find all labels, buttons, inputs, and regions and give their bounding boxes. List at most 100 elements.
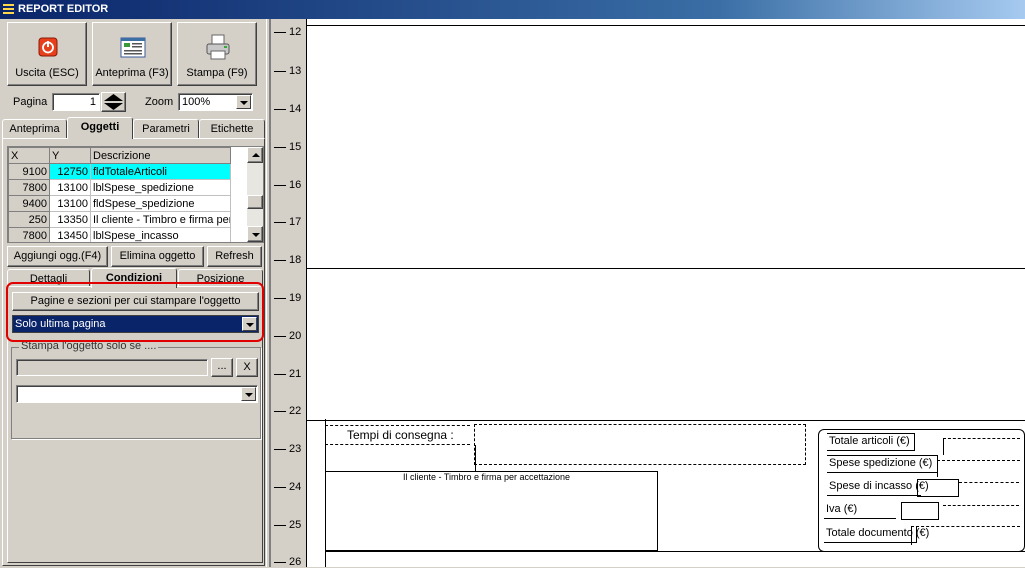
totals-box[interactable]: Totale articoli (€) Spese spedizione (€)… bbox=[818, 429, 1025, 552]
tab-parametri[interactable]: Parametri bbox=[133, 119, 199, 139]
cell-description[interactable]: lblSpese_incasso bbox=[90, 227, 231, 242]
zoom-label: Zoom bbox=[145, 96, 174, 108]
column-header-y[interactable]: Y bbox=[49, 147, 91, 164]
cell-description[interactable]: Il cliente - Timbro e firma per bbox=[90, 211, 231, 228]
table-row[interactable]: 250 13350 Il cliente - Timbro e firma pe… bbox=[8, 211, 231, 228]
printer-icon bbox=[206, 34, 230, 60]
table-row[interactable]: 7800 13450 lblSpese_incasso bbox=[8, 227, 231, 242]
highlight-outline bbox=[6, 282, 264, 342]
grid-scrollbar[interactable] bbox=[247, 147, 263, 242]
ruler-tick: 23 bbox=[274, 443, 301, 455]
totals-articles-label[interactable]: Totale articoli (€) bbox=[827, 433, 915, 451]
chevron-down-icon[interactable] bbox=[241, 387, 256, 401]
chevron-down-icon[interactable] bbox=[236, 95, 251, 109]
cell-y[interactable]: 13450 bbox=[49, 227, 91, 242]
add-object-button[interactable]: Aggiungi ogg.(F4) bbox=[7, 246, 108, 267]
power-icon bbox=[38, 37, 58, 57]
ruler-tick: 20 bbox=[274, 330, 301, 342]
ruler-tick: 13 bbox=[274, 65, 301, 77]
report-canvas[interactable]: Tempi di consegna : Il cliente - Timbro … bbox=[306, 19, 1025, 567]
cell-description[interactable]: fldTotaleArticoli bbox=[90, 163, 231, 180]
tab-anteprima[interactable]: Anteprima bbox=[2, 119, 67, 139]
objects-table: X Y Descrizione 9100 12750 fldTotaleArti… bbox=[8, 147, 231, 242]
condition-field[interactable] bbox=[16, 359, 208, 376]
objects-grid[interactable]: X Y Descrizione 9100 12750 fldTotaleArti… bbox=[7, 146, 264, 243]
cell-description[interactable]: lblSpese_spedizione bbox=[90, 179, 231, 196]
print-button[interactable]: Stampa (F9) bbox=[177, 22, 257, 86]
ruler-tick: 24 bbox=[274, 481, 301, 493]
delivery-label: Tempi di consegna : bbox=[347, 428, 454, 442]
tab-oggetti[interactable]: Oggetti bbox=[67, 117, 133, 139]
signature-box[interactable]: Il cliente - Timbro e firma per accettaz… bbox=[325, 471, 658, 551]
report-section[interactable] bbox=[307, 268, 1025, 421]
title-bar: REPORT EDITOR bbox=[0, 0, 1025, 19]
print-label: Stampa (F9) bbox=[186, 67, 248, 79]
window-title: REPORT EDITOR bbox=[18, 3, 109, 15]
delivery-box[interactable] bbox=[325, 445, 476, 472]
scroll-up-icon[interactable] bbox=[247, 147, 263, 163]
vertical-ruler: 12 13 14 15 16 17 18 19 20 21 22 23 24 2… bbox=[270, 19, 307, 568]
column-header-x[interactable]: X bbox=[8, 147, 50, 164]
table-row[interactable]: 9400 13100 fldSpese_spedizione bbox=[8, 195, 231, 212]
ruler-tick: 19 bbox=[274, 292, 301, 304]
page-spinner[interactable] bbox=[101, 92, 126, 112]
refresh-button[interactable]: Refresh bbox=[207, 246, 262, 267]
ruler-tick: 16 bbox=[274, 179, 301, 191]
signature-label: Il cliente - Timbro e firma per accettaz… bbox=[403, 472, 571, 482]
cell-x[interactable]: 7800 bbox=[8, 179, 50, 196]
ruler-tick: 22 bbox=[274, 405, 301, 417]
cell-y[interactable]: 13100 bbox=[49, 179, 91, 196]
bottom-rule bbox=[325, 551, 1025, 568]
preview-button[interactable]: Anteprima (F3) bbox=[92, 22, 172, 86]
table-row[interactable]: 7800 13100 lblSpese_spedizione bbox=[8, 179, 231, 196]
totals-vat-label[interactable]: Iva (€) bbox=[824, 502, 896, 519]
totals-collection-label[interactable]: Spese di incasso (€) bbox=[827, 479, 929, 496]
totals-document-label[interactable]: Totale documento (€) bbox=[824, 526, 929, 543]
delete-object-button[interactable]: Elimina oggetto bbox=[111, 246, 204, 267]
exit-label: Uscita (ESC) bbox=[15, 67, 79, 79]
page-input[interactable]: 1 bbox=[52, 93, 100, 111]
left-panel: Uscita (ESC) Anteprima (F3) Stampa (F9) … bbox=[0, 19, 268, 567]
cell-y[interactable]: 13350 bbox=[49, 211, 91, 228]
page-label: Pagina bbox=[13, 96, 48, 108]
column-header-description[interactable]: Descrizione bbox=[90, 147, 231, 164]
ruler-tick: 21 bbox=[274, 368, 301, 380]
cell-x[interactable]: 7800 bbox=[8, 227, 50, 242]
totals-document-field[interactable] bbox=[911, 526, 1020, 545]
report-section[interactable] bbox=[307, 25, 1025, 270]
totals-shipping-field[interactable] bbox=[937, 460, 1020, 477]
cell-y[interactable]: 13100 bbox=[49, 195, 91, 212]
cell-x[interactable]: 9400 bbox=[8, 195, 50, 212]
zoom-select[interactable]: 100% bbox=[178, 93, 253, 111]
cell-y[interactable]: 12750 bbox=[49, 163, 91, 180]
cell-x[interactable]: 250 bbox=[8, 211, 50, 228]
delivery-label-box[interactable]: Tempi di consegna : bbox=[325, 425, 470, 445]
totals-collection-guide bbox=[959, 482, 1019, 499]
condition-select[interactable] bbox=[16, 385, 258, 403]
scrollbar-thumb[interactable] bbox=[247, 195, 263, 209]
table-row[interactable]: 9100 12750 fldTotaleArticoli bbox=[8, 163, 231, 180]
ruler-tick: 25 bbox=[274, 519, 301, 531]
totals-collection-field[interactable] bbox=[917, 479, 959, 497]
preview-label: Anteprima (F3) bbox=[95, 67, 169, 79]
exit-button[interactable]: Uscita (ESC) bbox=[7, 22, 87, 86]
totals-vat-field[interactable] bbox=[901, 502, 939, 520]
browse-button[interactable]: ... bbox=[211, 358, 233, 377]
clear-button[interactable]: X bbox=[236, 358, 258, 377]
scroll-down-icon[interactable] bbox=[247, 226, 263, 242]
ruler-tick: 26 bbox=[274, 556, 301, 568]
ruler-tick: 17 bbox=[274, 216, 301, 228]
ruler-tick: 14 bbox=[274, 103, 301, 115]
tab-etichette[interactable]: Etichette bbox=[199, 119, 265, 139]
cell-description[interactable]: fldSpese_spedizione bbox=[90, 195, 231, 212]
ruler-tick: 12 bbox=[274, 26, 301, 38]
up-down-arrows-icon bbox=[104, 94, 123, 110]
totals-vat-guide bbox=[943, 505, 1019, 522]
delivery-field[interactable] bbox=[474, 424, 806, 465]
zoom-value: 100% bbox=[182, 96, 211, 108]
cell-x[interactable]: 9100 bbox=[8, 163, 50, 180]
menu-icon[interactable] bbox=[3, 4, 14, 15]
totals-articles-field[interactable] bbox=[943, 438, 1020, 455]
preview-icon bbox=[120, 37, 146, 58]
totals-shipping-label[interactable]: Spese spedizione (€) bbox=[827, 455, 938, 473]
